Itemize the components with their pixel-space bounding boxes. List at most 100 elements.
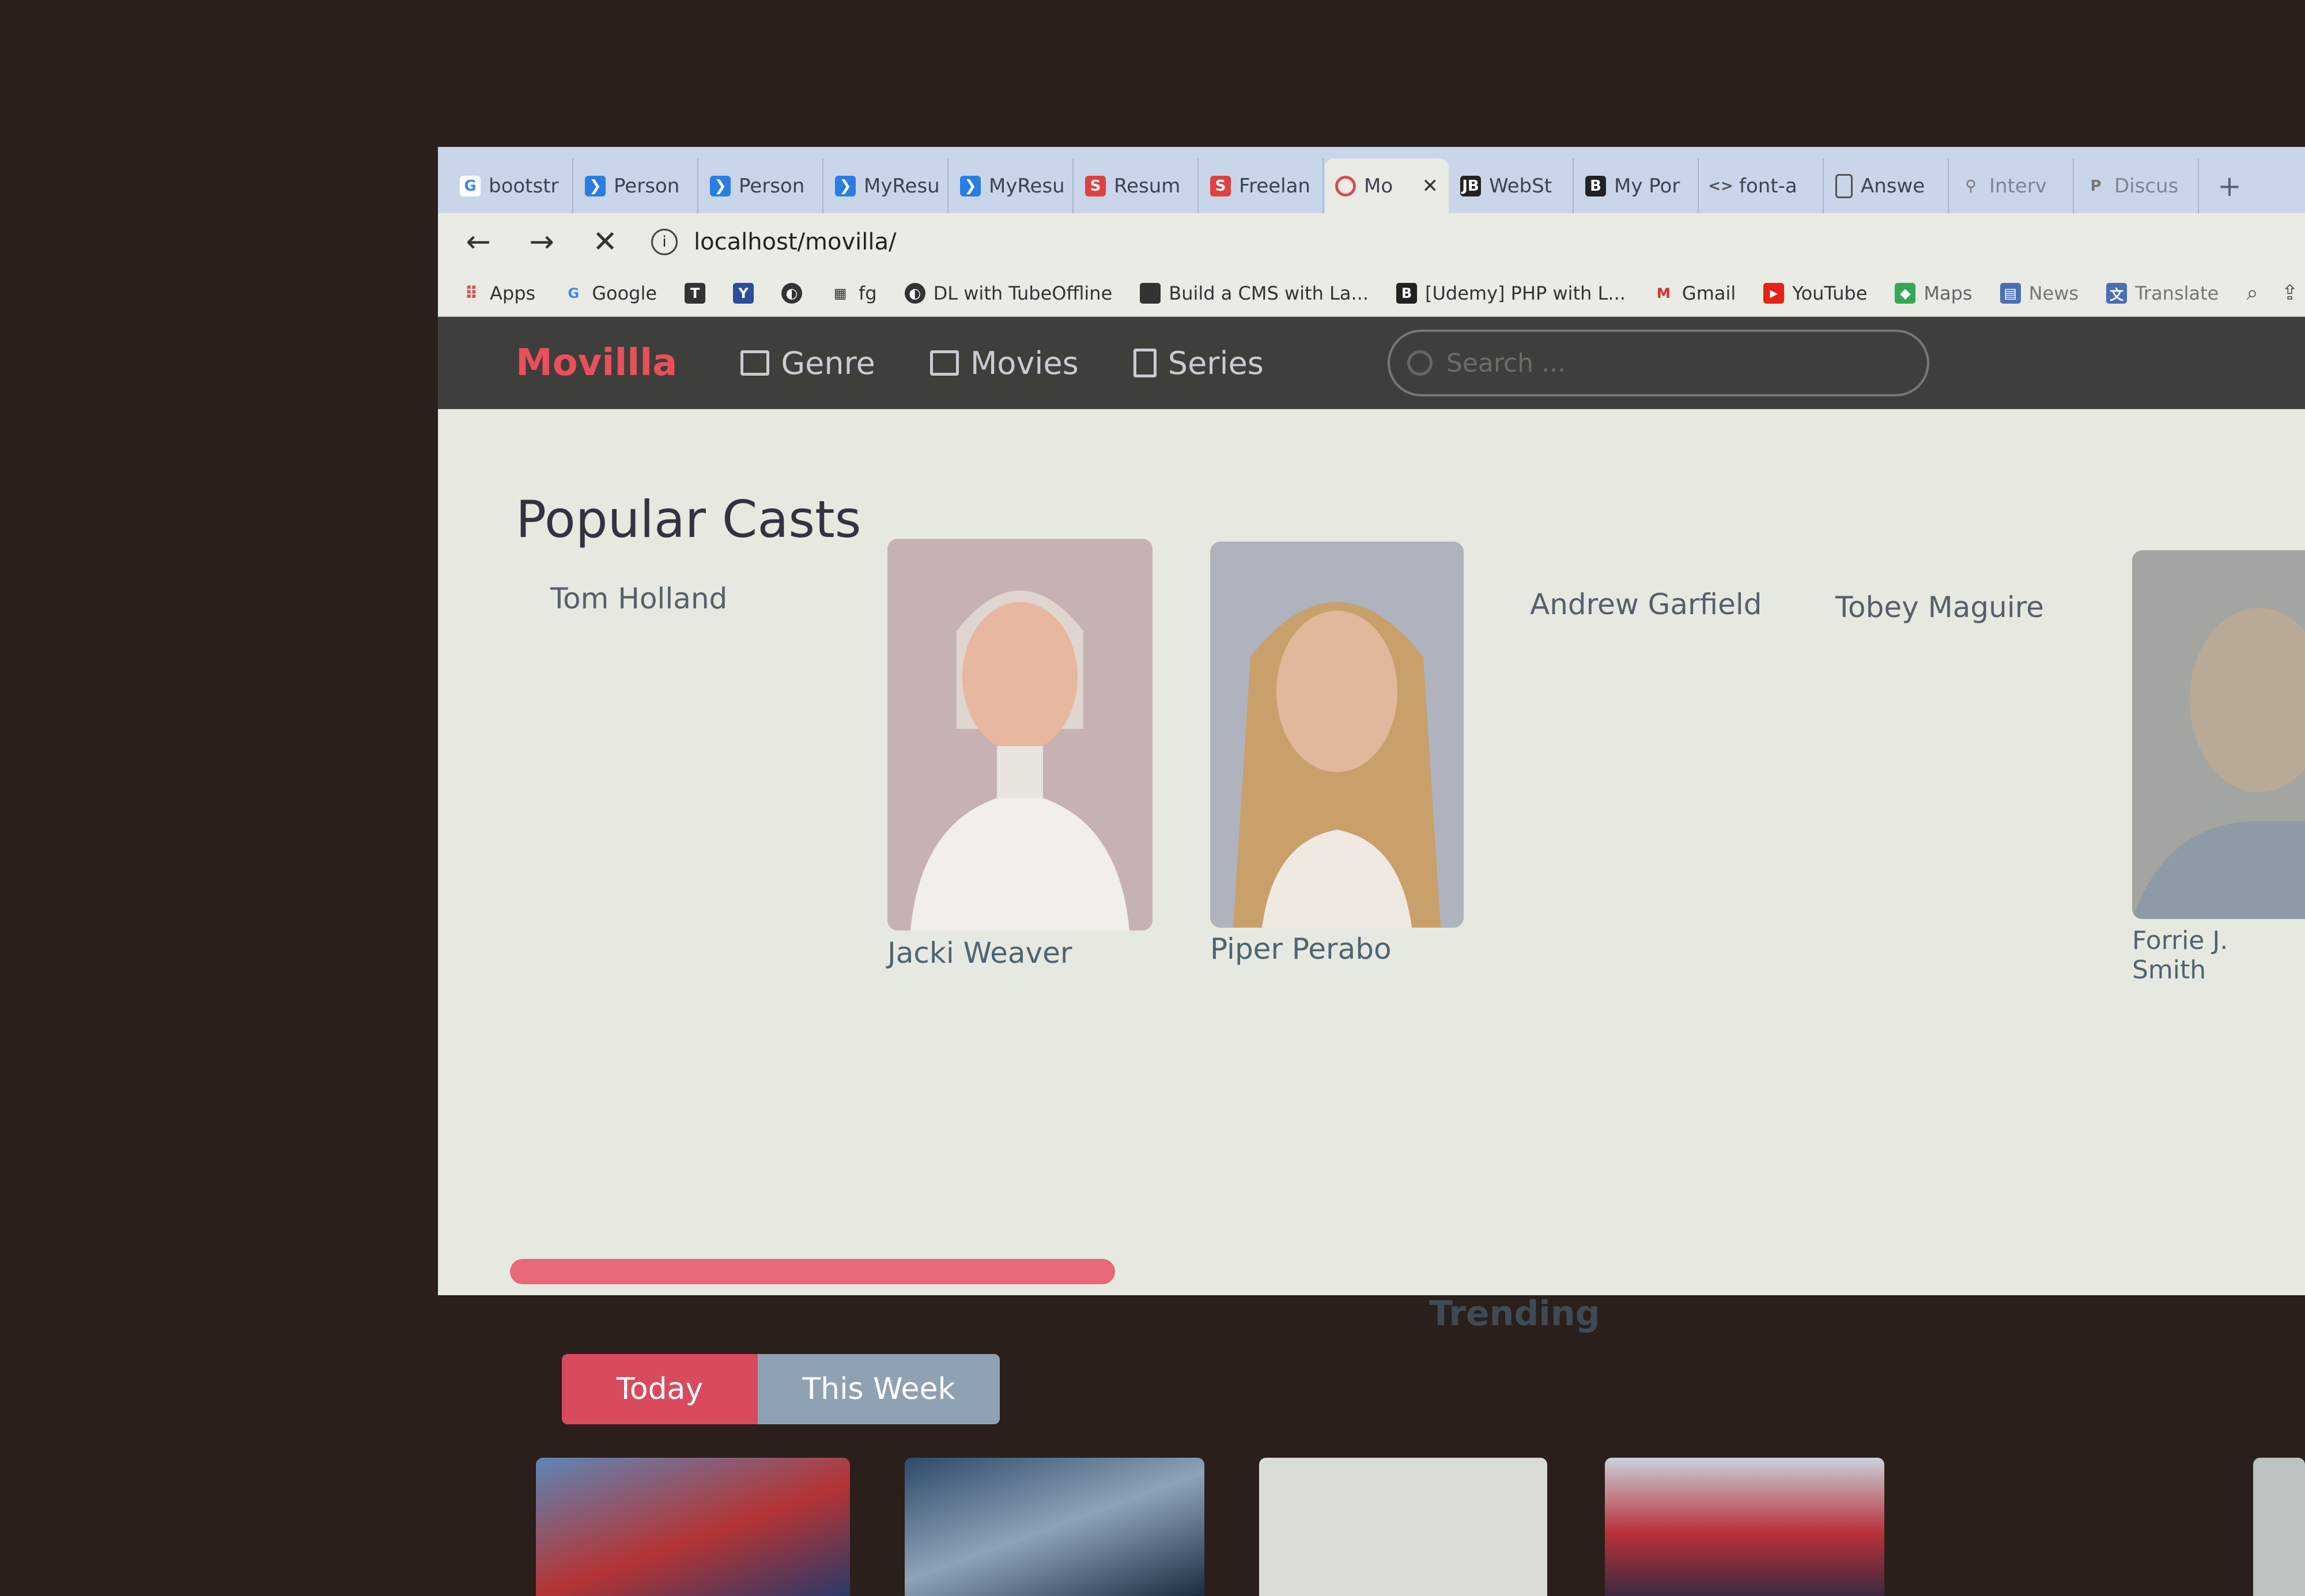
b-icon: B (1585, 175, 1606, 196)
cast-card[interactable]: Tobey Maguire (1835, 591, 2044, 624)
brand-icon: ❯ (585, 175, 606, 196)
cast-name: Jacki Weaver (887, 936, 1072, 970)
bookmark-globe[interactable]: ◐ (781, 283, 803, 304)
cast-card[interactable]: Andrew Garfield (1530, 588, 1762, 621)
portrait-image (2132, 550, 2305, 919)
cast-card[interactable]: Jacki Weaver (887, 539, 1152, 970)
bookmark-y[interactable]: Y (733, 283, 754, 304)
bookmark-maps[interactable]: ◆ Maps (1895, 282, 1973, 304)
p-icon: P (2090, 177, 2102, 195)
t-icon: T (685, 283, 706, 304)
tab[interactable]: JB WebSt (1450, 158, 1574, 213)
bookmark-cms[interactable]: Build a CMS with La... (1140, 282, 1369, 304)
share-icon[interactable]: ⇪ (2281, 281, 2299, 305)
cast-card[interactable]: Forrie J. Smith (2132, 550, 2305, 985)
site-header: Movillla Genre Movies Series Search ... (438, 317, 2305, 409)
tab[interactable]: ⚲ Interv (1950, 158, 2074, 213)
cast-name: Tom Holland (550, 582, 728, 615)
brand-icon: ❯ (960, 175, 981, 196)
bookmark-translate[interactable]: 文 Translate (2106, 282, 2219, 304)
tab-active[interactable]: Mo ✕ (1325, 158, 1449, 213)
movie-poster[interactable] (1605, 1458, 1884, 1596)
bookmark-youtube[interactable]: ▶ YouTube (1763, 282, 1867, 304)
back-icon[interactable]: ← (461, 225, 496, 259)
bookmark-label: Build a CMS with La... (1169, 282, 1369, 304)
bookmark-apps[interactable]: ⠿ Apps (461, 282, 535, 304)
stop-icon[interactable]: ✕ (588, 225, 622, 259)
cast-name: Piper Perabo (1210, 932, 1392, 966)
s-icon: S (1085, 175, 1106, 196)
movie-poster[interactable] (2253, 1458, 2305, 1596)
tab-strip: Gbootstr ❯ Person ❯ Person ❯ MyResu ❯ MyResu… (438, 147, 2305, 213)
bookmark-news[interactable]: ▤ News (2000, 282, 2079, 304)
bookmark-gmail[interactable]: M Gmail (1653, 282, 1736, 304)
tab[interactable]: <> font-a (1700, 158, 1824, 213)
search-placeholder: Search ... (1446, 348, 1566, 378)
cast-card[interactable]: Piper Perabo (1210, 542, 1464, 966)
new-tab-button[interactable]: + (2200, 158, 2259, 213)
bookmark-tubeoffline[interactable]: ◐ DL with TubeOffline (904, 282, 1113, 304)
y-icon: Y (733, 283, 754, 304)
cast-name: Tobey Maguire (1835, 591, 2044, 624)
tab[interactable]: ❯ MyResu (950, 158, 1074, 213)
site-brand[interactable]: Movillla (516, 342, 677, 384)
cast-name: Forrie J. Smith (2132, 926, 2228, 985)
tab-label: Resum (1114, 174, 1181, 198)
address-bar[interactable]: i localhost/movilla/ (651, 229, 896, 255)
tab[interactable]: S Resum (1075, 158, 1199, 213)
tab[interactable]: S Freelan (1200, 158, 1324, 213)
tab-label: Mo (1364, 174, 1393, 198)
tab[interactable]: ❯ Person (575, 158, 698, 213)
browser-window: Gbootstr ❯ Person ❯ Person ❯ MyResu ❯ MyResu… (438, 147, 2305, 1596)
forward-icon[interactable]: → (524, 225, 559, 259)
tab[interactable]: B My Por (1575, 158, 1699, 213)
bookmark-t[interactable]: T (685, 283, 706, 304)
cast-scrollbar[interactable] (510, 1259, 1115, 1284)
tab-label: Discus (2114, 174, 2179, 198)
toggle-week-button[interactable]: This Week (758, 1354, 1000, 1424)
nav-movies[interactable]: Movies (929, 345, 1079, 381)
nav-label: Movies (970, 345, 1079, 381)
tab[interactable]: ❯ Person (700, 158, 823, 213)
bookmark-label: YouTube (1792, 282, 1868, 304)
browser-actions: ⌕ ⇪ ☆ ▣ (2246, 281, 2305, 305)
search-input[interactable]: Search ... (1387, 330, 1929, 396)
globe-icon: ◐ (781, 283, 803, 304)
tab-label: Answe (1861, 174, 1925, 198)
bookmark-udemy[interactable]: B [Udemy] PHP with L... (1396, 282, 1626, 304)
close-icon[interactable]: ✕ (1422, 175, 1439, 198)
nav-genre[interactable]: Genre (740, 345, 875, 381)
movie-poster[interactable] (536, 1458, 850, 1596)
tab[interactable]: ❯ MyResu (825, 158, 949, 213)
trending-toggle: Today This Week (562, 1354, 1000, 1424)
globe-icon: ◐ (904, 283, 925, 304)
bookmark-label: Maps (1924, 282, 1973, 304)
page-content: Popular Casts Tom Holland Jacki Weaver P… (438, 409, 2305, 1596)
bookmark-google[interactable]: G Google (563, 282, 657, 304)
tab[interactable]: Answe (1825, 158, 1949, 213)
tab[interactable]: Gbootstr (449, 158, 573, 213)
tab[interactable]: P Discus (2075, 158, 2199, 213)
zoom-icon[interactable]: ⌕ (2246, 281, 2258, 305)
nav-label: Series (1167, 345, 1264, 381)
bookmark-label: fg (859, 282, 877, 304)
section-title-popular: Popular Casts (516, 490, 861, 549)
cast-card[interactable]: Tom Holland (550, 582, 727, 615)
b-icon: B (1396, 283, 1417, 304)
google-icon: G (460, 175, 481, 196)
bookmark-label: DL with TubeOffline (933, 282, 1113, 304)
cast-photo (1210, 542, 1464, 928)
address-bar-row: ← → ✕ i localhost/movilla/ (438, 213, 2305, 271)
url-text[interactable]: localhost/movilla/ (694, 229, 896, 255)
tab-label: MyResu (989, 174, 1065, 198)
info-icon[interactable]: i (651, 229, 678, 255)
bookmark-label: Translate (2135, 282, 2219, 304)
tab-label: font-a (1739, 174, 1797, 198)
bookmark-fg[interactable]: ▦ fg (830, 282, 877, 304)
movie-poster[interactable] (905, 1458, 1204, 1596)
cast-photo (2132, 550, 2305, 919)
nav-series[interactable]: Series (1133, 345, 1264, 381)
toggle-today-button[interactable]: Today (562, 1354, 758, 1424)
fg-icon: ▦ (833, 285, 847, 301)
movie-poster[interactable] (1259, 1458, 1547, 1596)
